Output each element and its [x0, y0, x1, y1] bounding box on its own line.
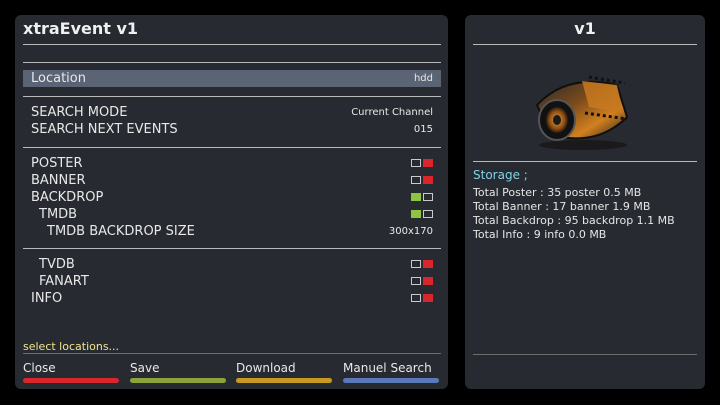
- setting-label: SEARCH NEXT EVENTS: [31, 122, 178, 137]
- status-text: select locations...: [23, 340, 120, 353]
- setting-label: FANART: [39, 274, 89, 289]
- save-button[interactable]: Save: [130, 361, 226, 383]
- setting-label: POSTER: [31, 156, 83, 171]
- film-reel-icon: [535, 75, 629, 150]
- info-line-poster: Total Poster : 35 poster 0.5 MB: [473, 186, 642, 199]
- divider: [23, 147, 441, 148]
- setting-label: TMDB BACKDROP SIZE: [47, 224, 195, 239]
- yellow-key-bar: [236, 378, 332, 383]
- setting-row-tvdb[interactable]: TVDB: [23, 256, 441, 273]
- fanart-toggle[interactable]: [411, 277, 433, 285]
- divider: [23, 96, 441, 97]
- info-line-banner: Total Banner : 17 banner 1.9 MB: [473, 200, 651, 213]
- setting-value: Current Channel: [351, 107, 433, 118]
- tmdb-toggle[interactable]: [411, 210, 433, 218]
- storage-panel: v1 Storage ; Total Poster : 35 poster 0.…: [465, 15, 705, 389]
- setting-row-banner[interactable]: BANNER: [23, 172, 441, 189]
- setting-label: BANNER: [31, 173, 86, 188]
- storage-panel-title: v1: [574, 19, 596, 38]
- banner-toggle[interactable]: [411, 176, 433, 184]
- save-label: Save: [130, 361, 160, 375]
- divider: [473, 44, 697, 45]
- setting-row-tmdb-backdrop-size[interactable]: TMDB BACKDROP SIZE 300x170: [23, 223, 441, 240]
- setting-row-poster[interactable]: POSTER: [23, 155, 441, 172]
- settings-title: xtraEvent v1: [23, 19, 139, 38]
- manuel-search-button[interactable]: Manuel Search: [343, 361, 439, 383]
- divider: [23, 248, 441, 249]
- storage-title: Storage ;: [473, 168, 528, 182]
- download-label: Download: [236, 361, 296, 375]
- setting-row-search-mode[interactable]: SEARCH MODE Current Channel: [23, 104, 441, 121]
- info-toggle[interactable]: [411, 294, 433, 302]
- close-button[interactable]: Close: [23, 361, 119, 383]
- divider: [473, 354, 697, 355]
- manuel-search-label: Manuel Search: [343, 361, 432, 375]
- close-label: Close: [23, 361, 56, 375]
- setting-label: SEARCH MODE: [31, 105, 128, 120]
- setting-row-location[interactable]: Location hdd: [23, 70, 441, 87]
- setting-row-backdrop[interactable]: BACKDROP: [23, 189, 441, 206]
- poster-toggle[interactable]: [411, 159, 433, 167]
- info-line-info: Total Info : 9 info 0.0 MB: [473, 228, 607, 241]
- setting-row-search-next-events[interactable]: SEARCH NEXT EVENTS 015: [23, 121, 441, 138]
- download-button[interactable]: Download: [236, 361, 332, 383]
- setting-value: hdd: [413, 73, 433, 84]
- setting-label: TMDB: [39, 207, 78, 222]
- tvdb-toggle[interactable]: [411, 260, 433, 268]
- blue-key-bar: [343, 378, 439, 383]
- setting-label: INFO: [31, 291, 63, 306]
- setting-row-info[interactable]: INFO: [23, 290, 441, 307]
- setting-row-fanart[interactable]: FANART: [23, 273, 441, 290]
- divider: [23, 44, 441, 45]
- green-key-bar: [130, 378, 226, 383]
- setting-label: BACKDROP: [31, 190, 104, 205]
- info-line-backdrop: Total Backdrop : 95 backdrop 1.1 MB: [473, 214, 675, 227]
- red-key-bar: [23, 378, 119, 383]
- setting-value: 300x170: [388, 226, 433, 237]
- settings-panel: xtraEvent v1 Location hdd SEARCH MODE Cu…: [15, 15, 448, 389]
- setting-value: 015: [413, 124, 433, 135]
- divider: [23, 62, 441, 63]
- setting-label: Location: [31, 71, 86, 86]
- setting-row-tmdb[interactable]: TMDB: [23, 206, 441, 223]
- divider: [473, 161, 697, 162]
- divider: [23, 353, 441, 354]
- backdrop-toggle[interactable]: [411, 193, 433, 201]
- setting-label: TVDB: [39, 257, 75, 272]
